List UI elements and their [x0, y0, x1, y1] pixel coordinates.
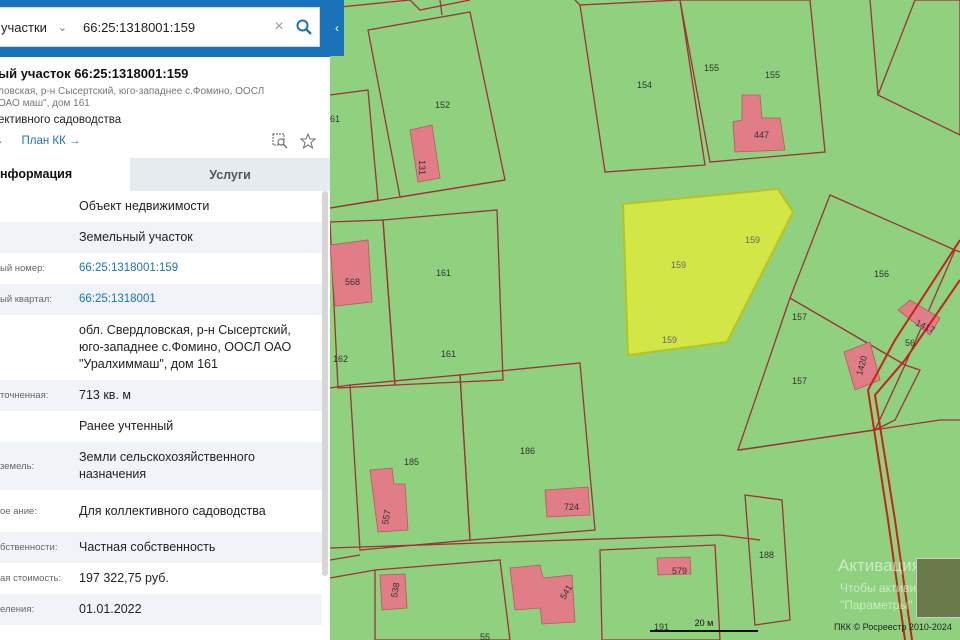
building-label: 579 — [672, 566, 687, 576]
search-input[interactable]: 66:25:1318001:159 — [71, 20, 269, 35]
attribute-row: Объект недвижимости — [0, 191, 322, 222]
parcel-label: 186 — [520, 446, 535, 456]
attribute-label: земель: — [0, 460, 35, 472]
attribute-row: ая стоимость: 197 322,75 руб. — [0, 563, 322, 594]
parcel-label: 161 — [441, 349, 456, 359]
search-type-select[interactable]: участки ⌄ — [0, 20, 71, 35]
selected-parcel-label: 159 — [662, 335, 677, 345]
clear-icon[interactable]: × — [269, 18, 289, 36]
collapse-panel-button[interactable]: ‹ — [330, 0, 344, 56]
parcel-label: 157 — [792, 376, 807, 386]
attribute-value: Ранее учтенный — [79, 419, 174, 433]
attribute-value: 197 322,75 руб. — [79, 571, 169, 585]
building-label: 568 — [345, 277, 360, 287]
attribute-value: Земельный участок — [79, 230, 193, 244]
parcel-label: 185 — [404, 457, 419, 467]
info-tabs: нформация Услуги — [0, 158, 330, 191]
selected-parcel-label: 159 — [745, 235, 760, 245]
attribute-row: ое ание: Для коллективного садоводства — [0, 490, 322, 532]
scale-line — [650, 630, 758, 632]
attribute-label: еления: — [0, 604, 35, 615]
object-tools — [272, 132, 317, 154]
parcel-label: 152 — [435, 100, 450, 110]
parcel-label: 157 — [792, 312, 807, 322]
attribute-table: Объект недвижимости Земельный участок ый… — [0, 191, 322, 625]
search-box: участки ⌄ 66:25:1318001:159 × — [0, 7, 320, 47]
attribute-row: бственности: Частная собственность — [0, 532, 322, 563]
plan-kk-link[interactable]: План КК → — [22, 135, 81, 147]
attribute-row: ый квартал: 66:25:1318001 — [0, 284, 322, 315]
object-purpose: ективного садоводства — [0, 114, 122, 126]
edge-label: 61 — [330, 114, 340, 124]
parcel-label: 156 — [874, 269, 889, 279]
parcel-label: 162 — [333, 354, 348, 364]
parcel-label: 155 — [765, 70, 780, 80]
link-arrow[interactable]: → — [0, 135, 4, 147]
parcel-label: 188 — [759, 550, 774, 560]
tab-information[interactable]: нформация — [0, 158, 130, 191]
parcel-label: 56 — [905, 338, 915, 348]
panel-scrollbar[interactable] — [322, 191, 328, 576]
parcel-label: 155 — [704, 63, 719, 73]
attribute-value: 01.01.2022 — [79, 602, 142, 616]
attribute-label: точненная: — [0, 390, 49, 401]
info-panel: участки ⌄ 66:25:1318001:159 × ый участок… — [0, 0, 330, 640]
building-label: 724 — [564, 502, 579, 512]
zoom-to-object-icon[interactable] — [272, 133, 288, 154]
attribute-label: ый квартал: — [0, 294, 52, 305]
chevron-down-icon: ⌄ — [57, 21, 67, 34]
attribute-row: земель: Земли сельскохозяйственного назн… — [0, 442, 322, 490]
search-icon[interactable] — [289, 19, 319, 35]
attribute-value: Земли сельскохозяйственного назначения — [79, 450, 255, 481]
attribute-value: Частная собственность — [79, 540, 216, 554]
scale-label: 20 м — [694, 618, 714, 628]
bottom-label: 55 — [480, 632, 490, 640]
attribute-row: ый номер: 66:25:1318001:159 — [0, 253, 322, 284]
selected-parcel-label: 159 — [671, 260, 686, 270]
attribute-value: Объект недвижимости — [79, 199, 210, 213]
parcel-label: 161 — [436, 268, 451, 278]
attribute-row: Ранее учтенный — [0, 411, 322, 442]
object-title: ый участок 66:25:1318001:159 — [0, 66, 189, 81]
attribute-label: бственности: — [0, 542, 58, 553]
object-links: → План КК → — [0, 135, 81, 147]
parcel-label: 154 — [637, 80, 652, 90]
object-address: ловская, р-н Сысертский, юго-западнее с.… — [0, 86, 265, 109]
attribute-row: точненная: 713 кв. м — [0, 380, 322, 411]
building-label: 447 — [754, 130, 769, 140]
search-type-label: участки — [1, 19, 47, 35]
attribute-value: Для коллективного садоводства — [79, 503, 266, 518]
attribute-value: 713 кв. м — [79, 388, 131, 402]
copyright: ПКК © Росреестр 2010-2024 — [834, 622, 952, 632]
basemap-switcher[interactable] — [916, 558, 960, 618]
attribute-row: обл. Свердловская, р-н Сысертский, юго-з… — [0, 315, 322, 380]
attribute-row: еления: 01.01.2022 — [0, 594, 322, 625]
attribute-label: ый номер: — [0, 263, 46, 274]
scale-bar: 20 м — [650, 618, 758, 632]
cadastral-number-link[interactable]: 66:25:1318001:159 — [79, 260, 309, 277]
attribute-value: обл. Свердловская, р-н Сысертский, юго-з… — [79, 323, 292, 371]
cadastral-quarter-link[interactable]: 66:25:1318001 — [79, 291, 309, 308]
attribute-label: ая стоимость: — [0, 573, 62, 584]
attribute-label: ое ание: — [0, 505, 37, 517]
building-label: 131 — [417, 160, 427, 175]
tab-services[interactable]: Услуги — [130, 158, 330, 191]
attribute-row: Земельный участок — [0, 222, 322, 253]
star-icon[interactable] — [299, 132, 317, 154]
